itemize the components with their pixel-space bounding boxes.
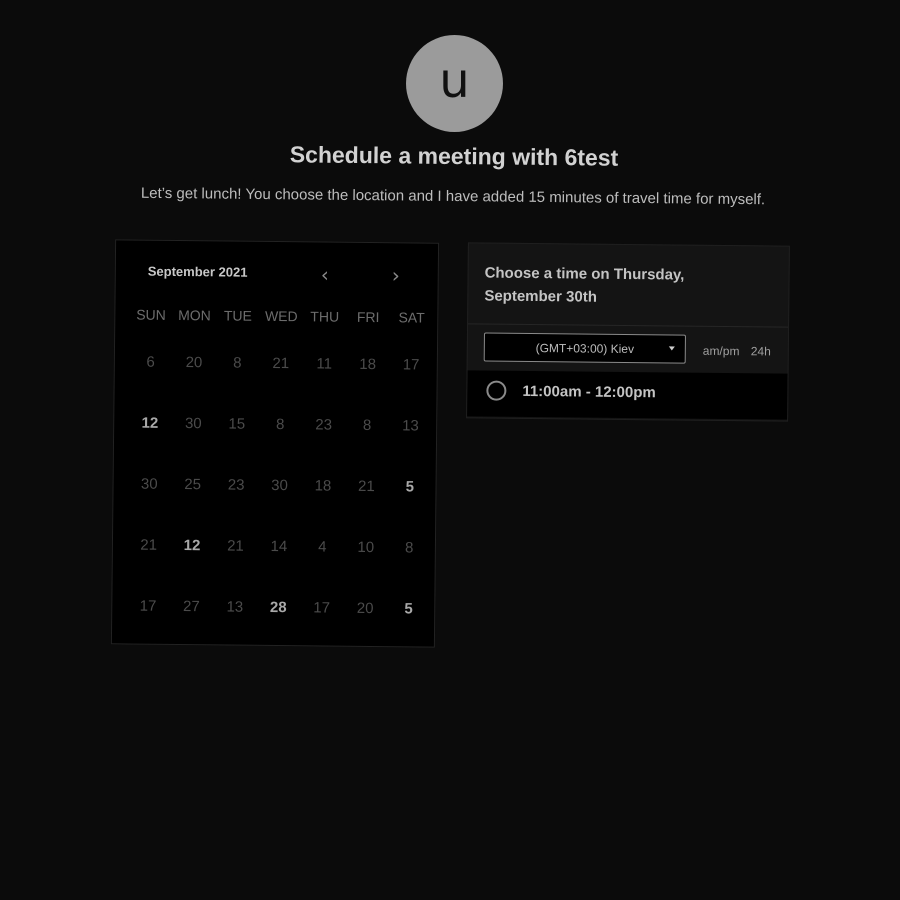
calendar-day: 27 <box>182 598 200 616</box>
24h-format-toggle[interactable]: 24h <box>751 344 771 358</box>
chevron-left-icon[interactable]: ‹ <box>313 262 337 286</box>
calendar-day: 30 <box>184 415 202 433</box>
date-picker-calendar: September 2021 ‹ › SUN MON TUE WED THU FRI SAT… <box>110 239 440 648</box>
calendar-day: 13 <box>402 417 419 435</box>
calendar-day: 6 <box>146 353 155 371</box>
time-picker-heading: Choose a time on Thursday, September 30t… <box>484 264 685 306</box>
caret-down-icon <box>668 346 675 351</box>
weekday-header: WED <box>264 307 298 325</box>
ampm-format-toggle[interactable]: am/pm <box>703 344 740 358</box>
calendar-day: 30 <box>271 476 288 495</box>
calendar-day: 17 <box>313 599 331 617</box>
calendar-day: 30 <box>140 475 158 493</box>
event-description: Let’s get lunch! You choose the location… <box>140 184 766 209</box>
calendar-day: 17 <box>139 597 157 615</box>
host-avatar: u <box>406 35 503 132</box>
calendar-day: 21 <box>272 354 290 373</box>
calendar-day: 21 <box>227 537 244 555</box>
chevron-right-icon[interactable]: › <box>384 263 408 287</box>
calendar-day: 4 <box>318 538 327 556</box>
radio-button[interactable] <box>486 380 507 401</box>
weekday-header: TUE <box>223 307 252 324</box>
calendar-day: 21 <box>140 536 158 554</box>
calendar-day: 11 <box>316 355 333 373</box>
calendar-day: 10 <box>357 538 375 557</box>
calendar-day-available[interactable]: 5 <box>388 471 432 532</box>
calendar-day: 18 <box>314 477 332 495</box>
calendar-day: 23 <box>315 416 333 434</box>
calendar-day: 20 <box>185 354 203 372</box>
weekday-header: SUN <box>136 306 166 323</box>
time-slot-option[interactable]: 11:00am - 12:00pm <box>467 370 788 420</box>
calendar-day: 20 <box>356 599 374 618</box>
calendar-day: 8 <box>275 416 285 434</box>
calendar-day: 21 <box>357 477 375 496</box>
calendar-day: 18 <box>359 355 377 374</box>
calendar-day: 13 <box>226 598 244 616</box>
weekday-header: THU <box>310 308 340 325</box>
calendar-day: 17 <box>402 356 420 374</box>
timezone-select[interactable]: (GMT+03:00) Kiev <box>483 332 686 364</box>
calendar-day: 8 <box>404 539 414 557</box>
calendar-day-available[interactable]: 12 <box>128 407 172 468</box>
calendar-grid: SUN MON TUE WED THU FRI SAT 6 20 8 21 11 18 17 12 30 15 8… <box>126 306 434 654</box>
calendar-day-available[interactable]: 12 <box>170 530 214 591</box>
calendar-day: 15 <box>228 415 246 433</box>
calendar-day: 8 <box>233 354 242 372</box>
time-slot-label: 11:00am - 12:00pm <box>522 382 656 402</box>
divider <box>468 323 789 328</box>
calendar-day: 23 <box>227 476 245 494</box>
timezone-value: (GMT+03:00) Kiev <box>535 340 635 356</box>
calendar-day: 25 <box>184 476 202 494</box>
time-picker-panel: Choose a time on Thursday, September 30t… <box>466 242 790 422</box>
weekday-header: FRI <box>356 308 380 326</box>
calendar-month-label: September 2021 <box>147 263 248 280</box>
calendar-day: 8 <box>362 416 372 435</box>
weekday-header: MON <box>178 306 211 324</box>
avatar-letter: u <box>439 52 470 109</box>
calendar-day-available[interactable]: 5 <box>386 593 430 654</box>
calendar-day-available[interactable]: 28 <box>256 592 300 653</box>
calendar-day: 14 <box>270 537 288 556</box>
weekday-header: SAT <box>398 309 425 326</box>
page-title: Schedule a meeting with 6test <box>289 141 619 171</box>
